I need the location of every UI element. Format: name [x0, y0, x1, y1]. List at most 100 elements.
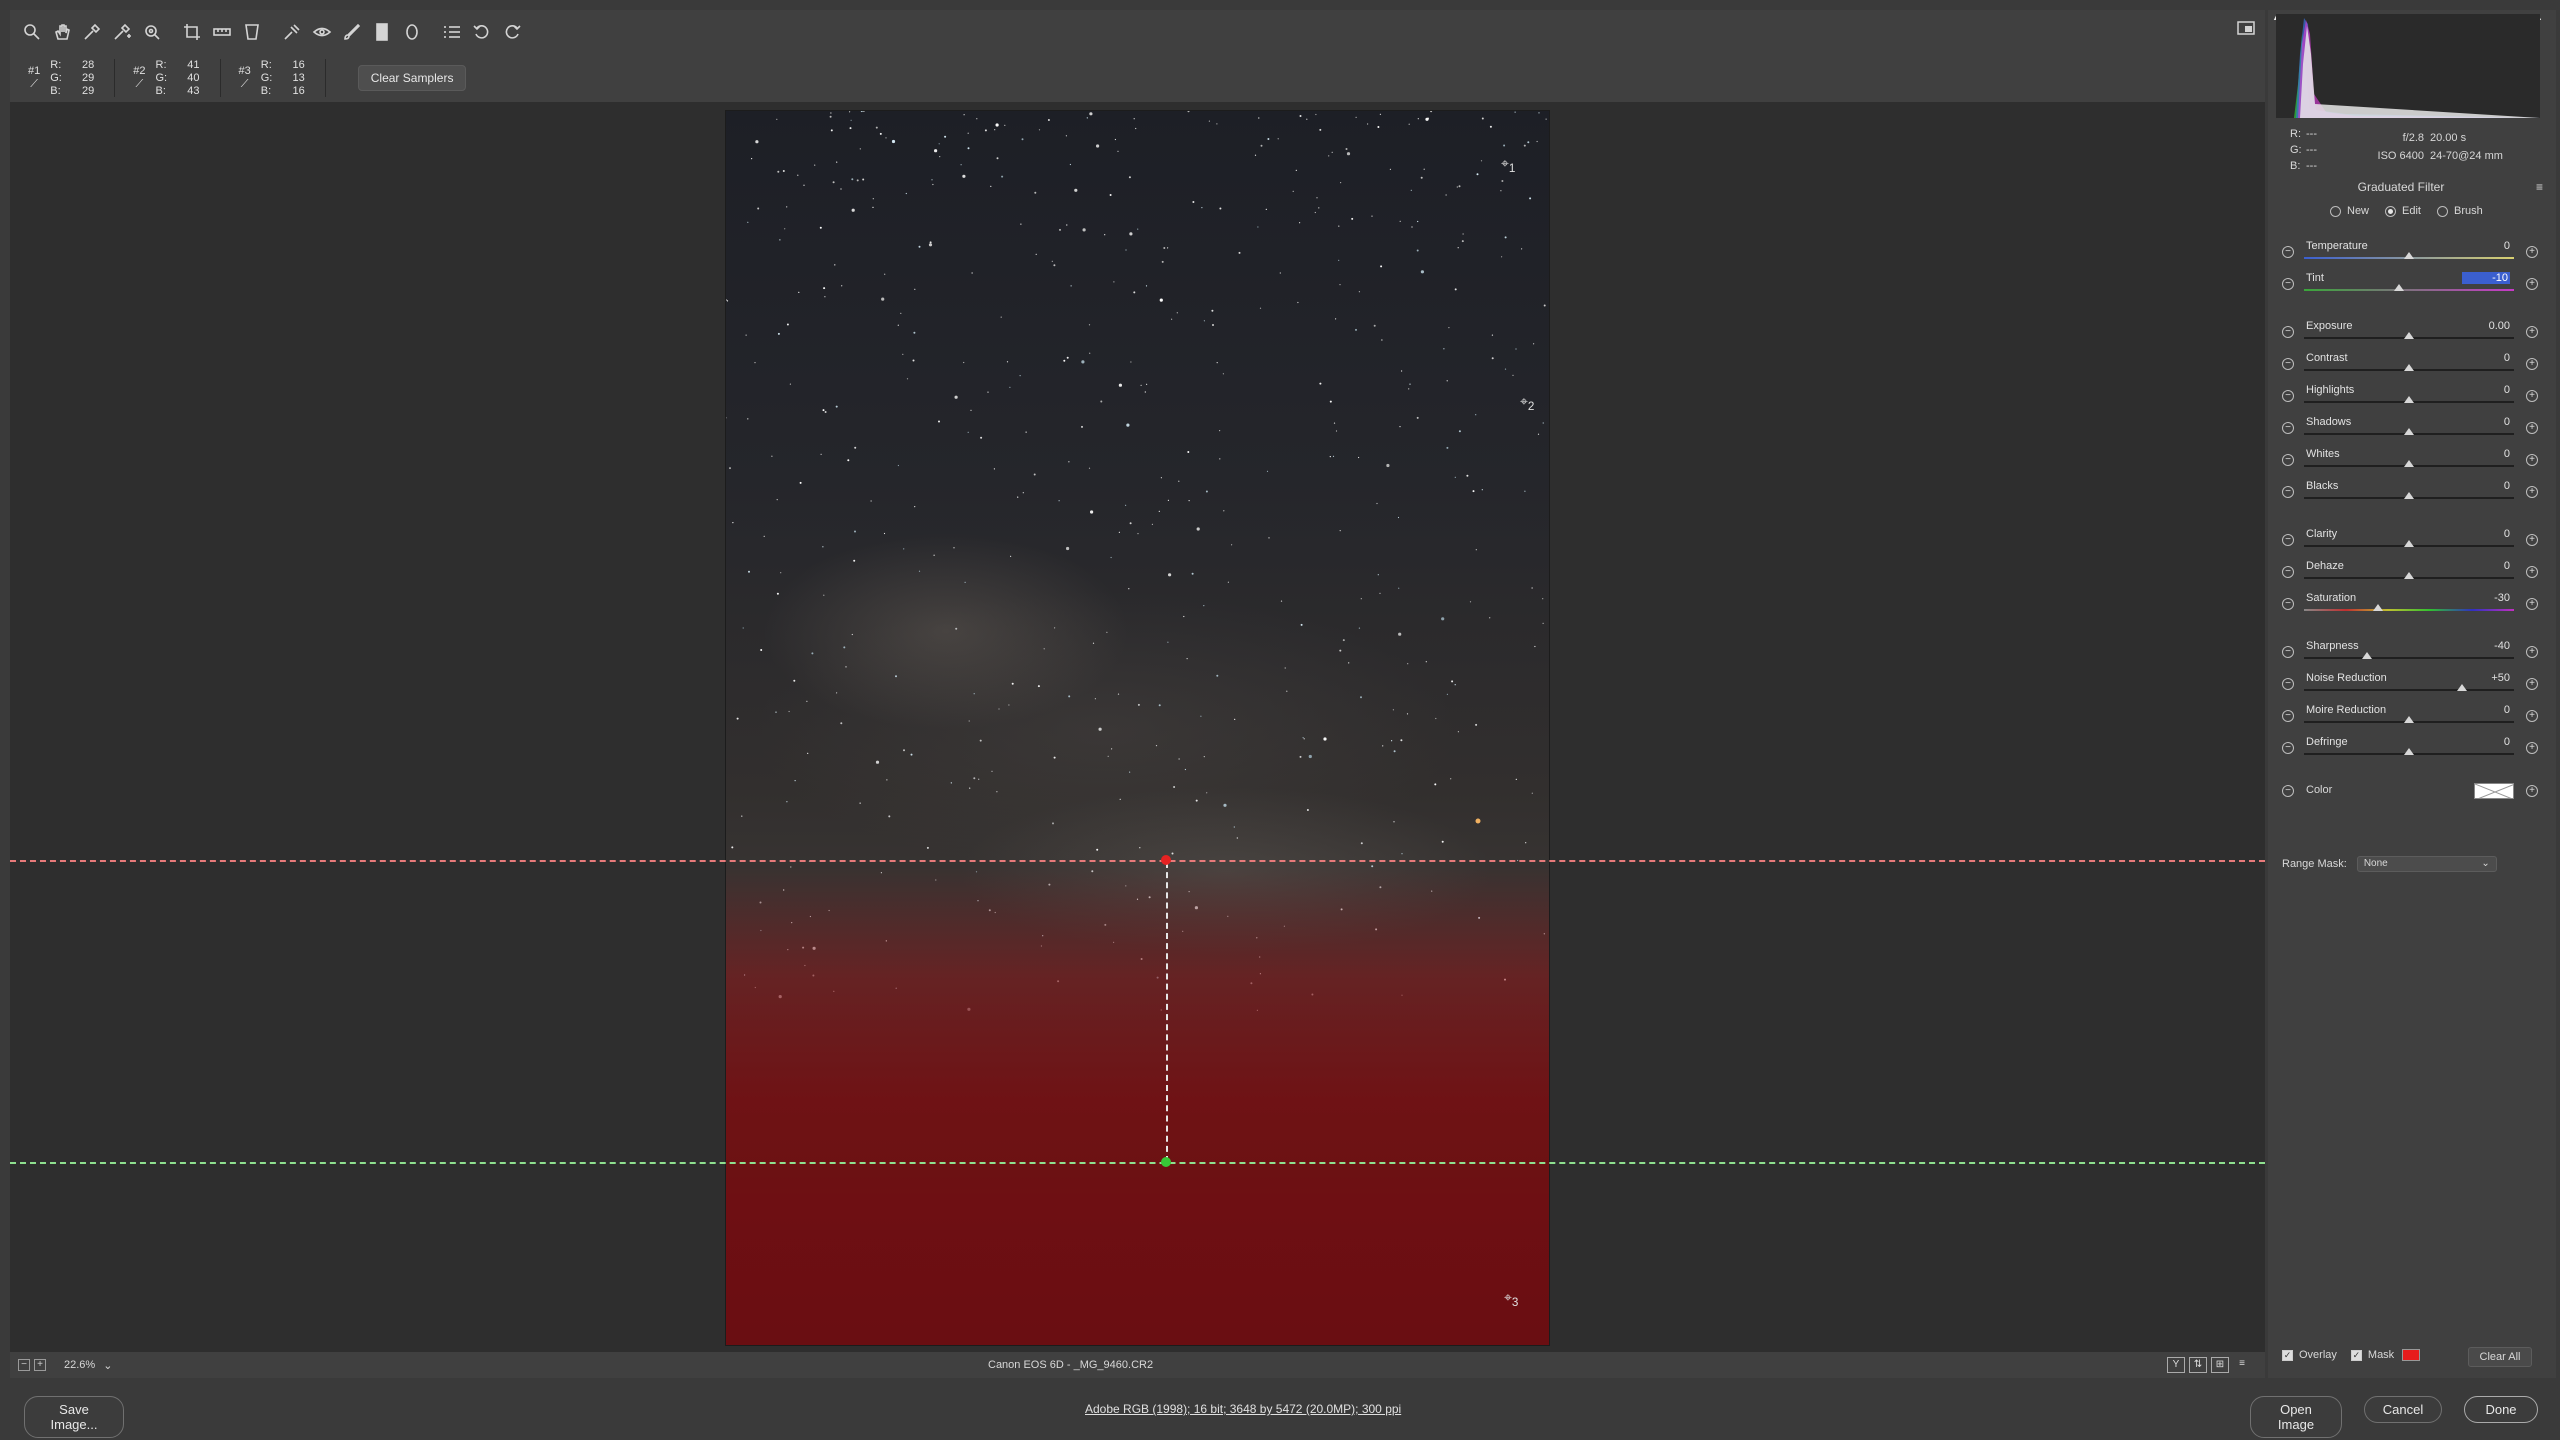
gradient-center-line[interactable]	[1166, 862, 1168, 1162]
slider-value[interactable]: 0	[2462, 384, 2510, 396]
plus-icon[interactable]: +	[2526, 422, 2538, 434]
red-eye-icon[interactable]	[308, 14, 336, 50]
minus-icon[interactable]: −	[2282, 646, 2294, 658]
minus-icon[interactable]: −	[2282, 785, 2294, 797]
slider-track[interactable]	[2304, 689, 2514, 691]
mode-brush-radio[interactable]: Brush	[2436, 205, 2483, 217]
slider-thumb[interactable]	[2404, 748, 2414, 755]
copy-settings-icon[interactable]: ⊞	[2211, 1357, 2229, 1373]
plus-icon[interactable]: +	[2526, 358, 2538, 370]
slider-thumb[interactable]	[2404, 716, 2414, 723]
rotate-ccw-icon[interactable]	[468, 14, 496, 50]
slider-value[interactable]: 0	[2462, 528, 2510, 540]
slider-value[interactable]: -30	[2462, 592, 2510, 604]
crop-icon[interactable]	[178, 14, 206, 50]
slider-thumb[interactable]	[2404, 460, 2414, 467]
done-button[interactable]: Done	[2464, 1396, 2538, 1423]
slider-value[interactable]: 0	[2462, 448, 2510, 460]
plus-icon[interactable]: +	[2526, 486, 2538, 498]
minus-icon[interactable]: −	[2282, 422, 2294, 434]
zoom-level[interactable]: 22.6%	[64, 1359, 95, 1371]
minus-icon[interactable]: −	[2282, 454, 2294, 466]
panel-menu-icon[interactable]: ≡	[2536, 180, 2543, 194]
mode-new-radio[interactable]: New	[2330, 205, 2369, 217]
slider-value[interactable]: +50	[2462, 672, 2510, 684]
slider-thumb[interactable]	[2404, 540, 2414, 547]
sampler-pin-3[interactable]: ⌖3	[1504, 1289, 1518, 1309]
minus-icon[interactable]: −	[2282, 358, 2294, 370]
minus-icon[interactable]: −	[2282, 710, 2294, 722]
slider-value[interactable]: 0	[2462, 560, 2510, 572]
zoom-icon[interactable]	[18, 14, 46, 50]
preferences-icon[interactable]	[438, 14, 466, 50]
slider-value[interactable]: 0	[2462, 416, 2510, 428]
image-preview-canvas[interactable]: ⌖1 ⌖2 ⌖3	[10, 102, 2265, 1352]
workflow-options-link[interactable]: Adobe RGB (1998); 16 bit; 3648 by 5472 (…	[1085, 1402, 1401, 1416]
minus-icon[interactable]: −	[2282, 326, 2294, 338]
overlay-checkbox[interactable]: ✓	[2282, 1349, 2293, 1361]
slider-value[interactable]: 0	[2462, 704, 2510, 716]
plus-icon[interactable]: +	[2526, 678, 2538, 690]
zoom-out-button[interactable]: −	[18, 1359, 30, 1371]
range-mask-select[interactable]: None ⌄	[2356, 856, 2497, 872]
gradient-start-pin[interactable]	[1161, 855, 1171, 865]
minus-icon[interactable]: −	[2282, 598, 2294, 610]
minus-icon[interactable]: −	[2282, 566, 2294, 578]
zoom-dropdown-icon[interactable]: ⌄	[103, 1359, 112, 1372]
slider-thumb[interactable]	[2404, 252, 2414, 259]
adjustment-brush-icon[interactable]	[338, 14, 366, 50]
targeted-adjustment-icon[interactable]	[138, 14, 166, 50]
plus-icon[interactable]: +	[2526, 534, 2538, 546]
minus-icon[interactable]: −	[2282, 742, 2294, 754]
mask-checkbox[interactable]: ✓	[2350, 1349, 2362, 1361]
spot-removal-icon[interactable]	[278, 14, 306, 50]
color-swatch[interactable]	[2474, 783, 2514, 799]
slider-thumb[interactable]	[2404, 332, 2414, 339]
clear-samplers-button[interactable]: Clear Samplers	[357, 65, 467, 91]
white-balance-icon[interactable]	[78, 14, 106, 50]
radial-filter-icon[interactable]	[398, 14, 426, 50]
slider-thumb[interactable]	[2404, 396, 2414, 403]
sampler-pin-2[interactable]: ⌖2	[1520, 393, 1534, 413]
slider-thumb[interactable]	[2393, 284, 2404, 291]
minus-icon[interactable]: −	[2282, 246, 2294, 258]
open-image-button[interactable]: Open Image	[2250, 1396, 2342, 1438]
photo-preview[interactable]: ⌖1 ⌖2 ⌖3	[725, 110, 1550, 1346]
gradient-end-line[interactable]	[10, 1162, 2265, 1164]
cancel-button[interactable]: Cancel	[2364, 1396, 2442, 1423]
minus-icon[interactable]: −	[2282, 678, 2294, 690]
clear-all-button[interactable]: Clear All	[2468, 1347, 2532, 1367]
slider-thumb[interactable]	[2404, 364, 2414, 371]
mode-edit-radio[interactable]: Edit	[2385, 205, 2421, 217]
minus-icon[interactable]: −	[2282, 534, 2294, 546]
slider-value[interactable]: 0.00	[2462, 320, 2510, 332]
color-sampler-icon[interactable]	[108, 14, 136, 50]
plus-icon[interactable]: +	[2526, 566, 2538, 578]
slider-track[interactable]	[2304, 609, 2514, 611]
plus-icon[interactable]: +	[2526, 598, 2538, 610]
plus-icon[interactable]: +	[2526, 278, 2538, 290]
rotate-cw-icon[interactable]	[498, 14, 526, 50]
plus-icon[interactable]: +	[2526, 390, 2538, 402]
straighten-icon[interactable]	[208, 14, 236, 50]
minus-icon[interactable]: −	[2282, 486, 2294, 498]
slider-thumb[interactable]	[2404, 572, 2414, 579]
slider-value[interactable]: 0	[2462, 352, 2510, 364]
sampler-pin-1[interactable]: ⌖1	[1501, 155, 1515, 175]
slider-value[interactable]: -40	[2462, 640, 2510, 652]
plus-icon[interactable]: +	[2526, 785, 2538, 797]
toggle-fullscreen-icon[interactable]	[2232, 14, 2260, 42]
save-image-button[interactable]: Save Image...	[24, 1396, 124, 1438]
plus-icon[interactable]: +	[2526, 710, 2538, 722]
slider-thumb[interactable]	[2362, 652, 2372, 659]
zoom-in-button[interactable]: +	[34, 1359, 46, 1371]
plus-icon[interactable]: +	[2526, 454, 2538, 466]
transform-icon[interactable]	[238, 14, 266, 50]
toggle-settings-icon[interactable]: ≡	[2233, 1357, 2251, 1373]
graduated-filter-icon[interactable]	[368, 14, 396, 50]
slider-value[interactable]: 0	[2462, 240, 2510, 252]
hand-icon[interactable]	[48, 14, 76, 50]
slider-thumb[interactable]	[2456, 684, 2467, 691]
slider-thumb[interactable]	[2404, 492, 2414, 499]
slider-track[interactable]	[2304, 657, 2514, 659]
